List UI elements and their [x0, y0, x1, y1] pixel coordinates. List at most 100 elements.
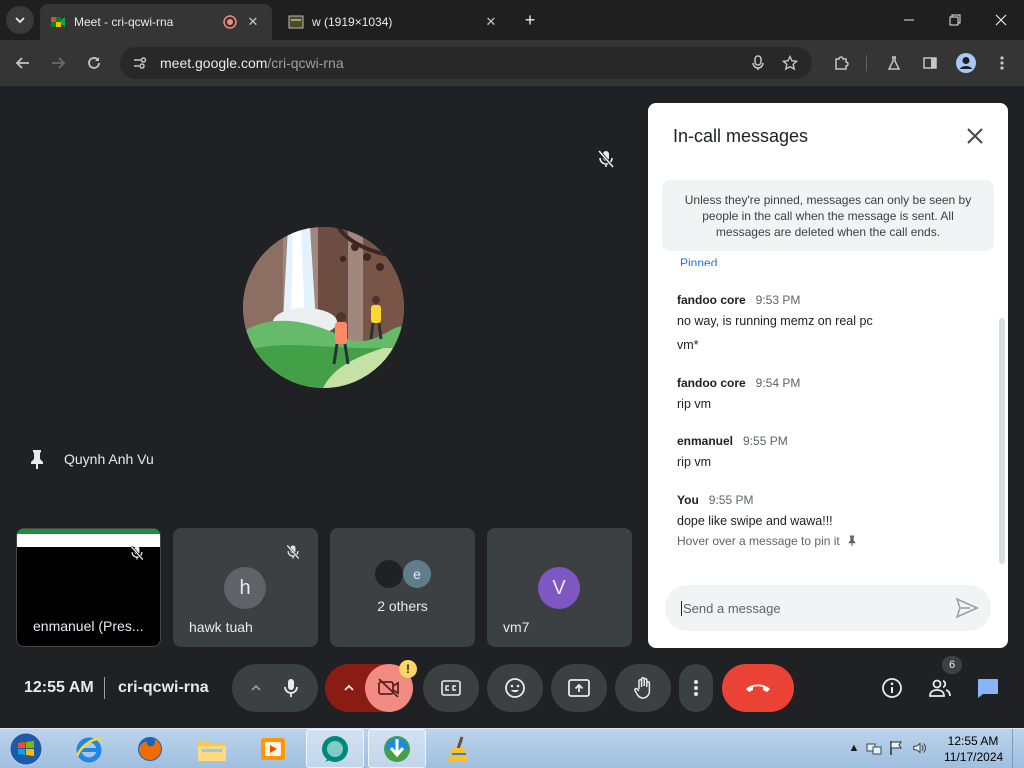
taskbar-explorer[interactable]: [183, 729, 241, 768]
message-text[interactable]: no way, is running memz on real pc: [677, 314, 873, 328]
new-tab-button[interactable]: +: [520, 10, 540, 30]
message-time: 9:53 PM: [755, 293, 801, 307]
system-date: 11/17/2024: [944, 750, 1004, 764]
avatar: e: [403, 560, 431, 588]
taskbar-media-player[interactable]: [244, 729, 302, 768]
side-panel-icon[interactable]: [917, 50, 943, 76]
chat-scrollbar[interactable]: [999, 318, 1005, 564]
closed-captions-icon: [441, 680, 461, 696]
labs-flask-icon[interactable]: [881, 50, 907, 76]
message-header: You 9:55 PM: [677, 493, 753, 507]
taskbar-app-download[interactable]: [368, 729, 426, 768]
media-player-icon: [261, 737, 285, 760]
chevron-up-icon[interactable]: [342, 681, 356, 695]
message-sender: fandoo core: [677, 293, 746, 307]
internet-explorer-icon: [75, 737, 102, 762]
chevron-up-icon[interactable]: [249, 681, 263, 695]
close-icon: [995, 14, 1007, 26]
participant-name: vm7: [503, 619, 530, 635]
broom-icon: [448, 736, 468, 761]
show-desktop-button[interactable]: [1012, 729, 1024, 768]
message-text[interactable]: rip vm: [677, 455, 711, 469]
raise-hand-button[interactable]: [615, 664, 671, 712]
emoji-icon: [505, 678, 525, 698]
people-icon: [929, 679, 951, 697]
pin-hint-text: Hover over a message to pin it: [677, 534, 840, 548]
close-window-button[interactable]: [978, 0, 1024, 40]
close-tab-icon[interactable]: ✕: [482, 14, 500, 30]
people-button[interactable]: [922, 670, 958, 706]
forward-button[interactable]: [43, 48, 73, 78]
participant-name: enmanuel (Pres...: [33, 618, 144, 634]
chat-notice: Unless they're pinned, messages can only…: [662, 180, 994, 251]
url-domain: meet.google.com: [160, 55, 268, 71]
avatar: h: [224, 567, 266, 609]
tab-title: Meet - cri-qcwi-rna: [74, 15, 174, 29]
reload-button[interactable]: [79, 48, 109, 78]
windows-start-icon: [9, 732, 43, 765]
present-screen-button[interactable]: [551, 664, 607, 712]
end-call-icon: [746, 684, 770, 692]
taskbar-ie[interactable]: [60, 729, 118, 768]
meeting-code: cri-qcwi-rna: [118, 679, 209, 696]
people-count-badge: 6: [942, 656, 962, 674]
arrow-left-icon: [15, 57, 29, 69]
chat-icon: [978, 679, 998, 698]
volume-icon[interactable]: [912, 740, 928, 756]
bookmark-star-icon[interactable]: [777, 50, 803, 76]
more-options-button[interactable]: [679, 664, 713, 712]
pin-icon[interactable]: [28, 449, 46, 469]
captions-button[interactable]: [423, 664, 479, 712]
arrow-right-icon: [52, 57, 66, 69]
reload-icon: [88, 57, 100, 69]
more-vert-icon: [694, 680, 698, 696]
participant-tile[interactable]: h hawk tuah: [173, 528, 318, 647]
mic-off-icon: [595, 148, 617, 170]
message-time: 9:55 PM: [708, 493, 754, 507]
close-panel-button[interactable]: [964, 125, 986, 147]
profile-avatar-icon[interactable]: [953, 50, 979, 76]
tab-title: w (1919×1034): [312, 15, 393, 29]
send-button[interactable]: [955, 597, 979, 619]
back-button[interactable]: [8, 48, 38, 78]
mic-icon[interactable]: [281, 677, 301, 699]
message-text[interactable]: dope like swipe and wawa!!!: [677, 514, 833, 528]
avatar: V: [538, 567, 580, 609]
tab-image[interactable]: w (1919×1034) ✕: [278, 4, 510, 40]
network-icon[interactable]: [866, 740, 882, 756]
meeting-details-button[interactable]: [874, 670, 910, 706]
message-input[interactable]: Send a message: [665, 585, 991, 631]
pinned-messages-link[interactable]: Pinned: [680, 256, 717, 266]
site-info-icon[interactable]: [132, 55, 148, 71]
tray-overflow-icon[interactable]: ▲: [846, 740, 862, 756]
folder-icon: [198, 740, 226, 761]
pin-icon: [848, 535, 856, 546]
action-center-flag-icon[interactable]: [888, 740, 904, 756]
participant-tile[interactable]: V vm7: [487, 528, 632, 647]
tab-search-button[interactable]: [6, 6, 34, 34]
extensions-icon[interactable]: [828, 50, 854, 76]
tab-meet[interactable]: Meet - cri-qcwi-rna ✕: [40, 4, 272, 40]
restore-button[interactable]: [932, 0, 978, 40]
taskbar-cleaner[interactable]: [430, 729, 488, 768]
message-header: fandoo core 9:53 PM: [677, 293, 800, 307]
chat-button[interactable]: [970, 670, 1006, 706]
pinned-participant-name: Quynh Anh Vu: [64, 451, 154, 467]
start-button[interactable]: [4, 729, 48, 768]
message-text[interactable]: rip vm: [677, 397, 711, 411]
taskbar-app-active[interactable]: [306, 729, 364, 768]
taskbar-firefox[interactable]: [121, 729, 179, 768]
reactions-button[interactable]: [487, 664, 543, 712]
minimize-button[interactable]: [886, 0, 932, 40]
warning-badge: !: [399, 660, 417, 678]
leave-call-button[interactable]: [722, 664, 794, 712]
message-text[interactable]: vm*: [677, 338, 699, 352]
mic-off-icon: [286, 544, 300, 560]
address-bar[interactable]: meet.google.com/cri-qcwi-rna: [120, 47, 812, 79]
participant-tile-presenting[interactable]: enmanuel (Pres...: [16, 528, 161, 647]
system-clock[interactable]: 12:55 AM 11/17/2024: [944, 733, 1004, 765]
close-tab-icon[interactable]: ✕: [244, 14, 262, 30]
mic-permission-icon[interactable]: [745, 50, 771, 76]
menu-kebab-icon[interactable]: [989, 50, 1015, 76]
participant-tile-group[interactable]: e 2 others: [330, 528, 475, 647]
